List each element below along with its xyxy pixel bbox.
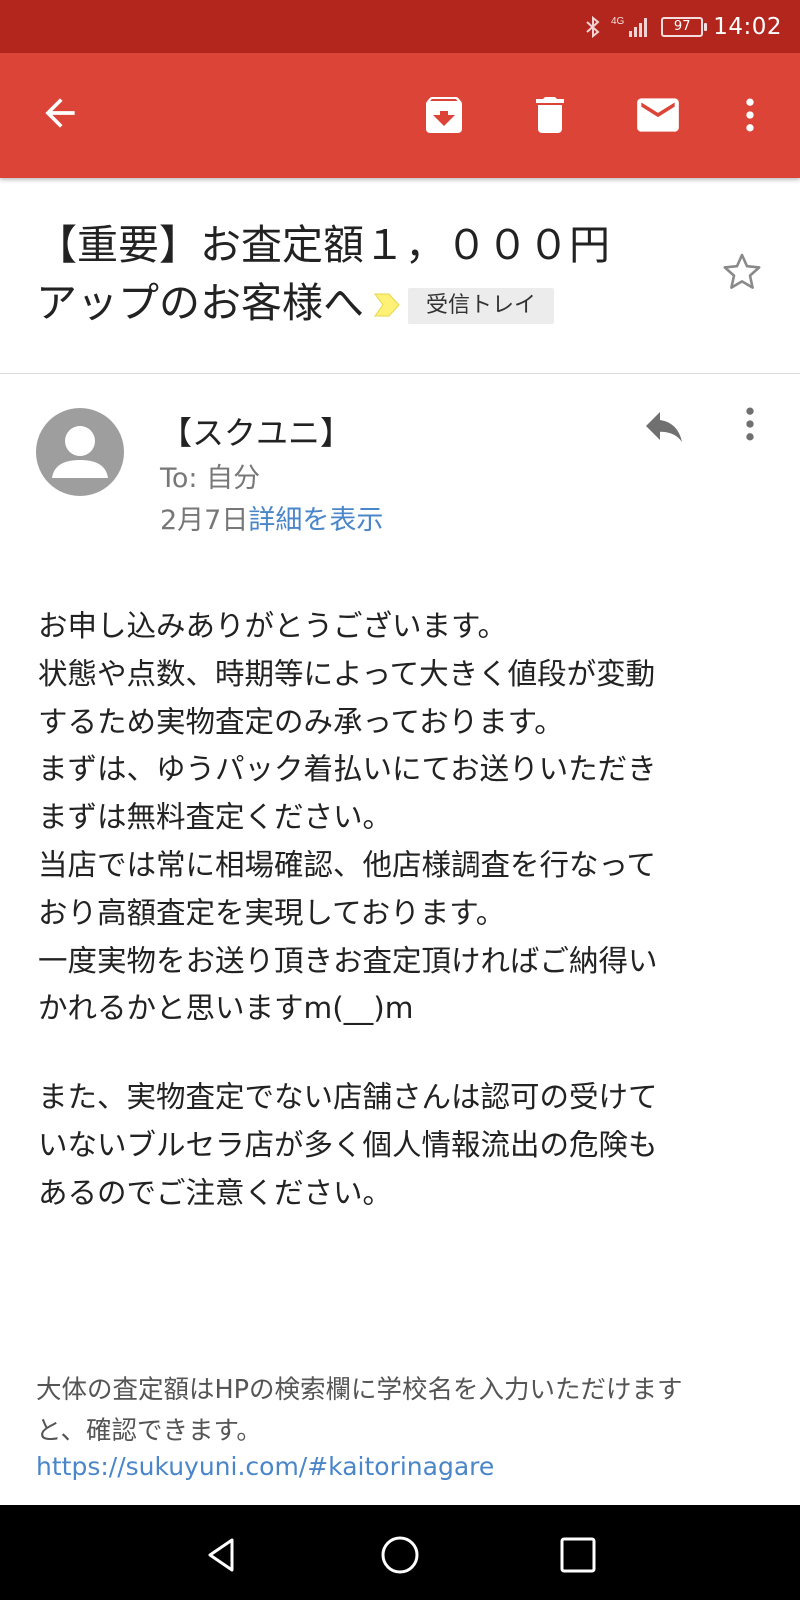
body-paragraph-1: お申し込みありがとうございます。 状態や点数、時期等によって大きく値段が変動 す… [38,603,778,1033]
email-body: お申し込みありがとうございます。 状態や点数、時期等によって大きく値段が変動 す… [38,603,778,1218]
reply-icon [646,412,682,442]
bluetooth-icon [585,15,601,39]
more-options-button[interactable] [720,85,780,145]
body-line: まずは無料査定ください。 [38,800,393,835]
body-line: 一度実物をお送り頂きお査定頂ければご納得い [38,943,658,978]
date-line: 2月7日詳細を表示 [160,498,383,537]
inbox-label-chip[interactable]: 受信トレイ [408,288,555,324]
archive-button[interactable] [414,85,474,145]
network-type: 4G [611,16,625,27]
body-line: おり高額査定を実現しております。 [38,895,506,930]
subject-area: 【重要】お査定額１，０００円 アップのお客様へ 受信トレイ [0,178,800,374]
body-line: 当店では常に相場確認、他店様調査を行なって [38,847,657,882]
more-vert-icon [746,407,754,441]
sender-name: 【スクユニ】 [160,414,353,452]
battery-level: 97 [673,19,691,34]
mark-unread-button[interactable] [628,85,688,145]
square-recents-icon [560,1537,596,1573]
body-line: するため実物査定のみ承っております。 [38,704,564,739]
archive-icon [426,97,462,133]
status-icons: 4G 97 14:02 [585,0,782,53]
sender-avatar[interactable] [36,408,124,496]
nav-back-button[interactable] [192,1525,252,1585]
recipient-line: To: 自分 [160,463,261,494]
app-bar [0,53,800,178]
body-line: まずは、ゆうパック着払いにてお送りいただき [38,752,657,787]
back-button[interactable] [30,83,90,143]
mail-icon [637,98,679,132]
body-line: いないブルセラ店が多く個人情報流出の危険も [38,1127,658,1162]
body-paragraph-2: また、実物査定でない店舗さんは認可の受けて いないブルセラ店が多く個人情報流出の… [38,1074,778,1217]
email-date: 2月7日 [160,505,249,536]
website-link[interactable]: https://sukuyuni.com/#kaitorinagare [36,1446,776,1487]
system-navigation-bar [0,1505,800,1600]
subject-line-2: アップのお客様へ [36,279,364,327]
nav-recents-button[interactable] [548,1525,608,1585]
star-button[interactable] [718,248,774,304]
subject-line-1: 【重要】お査定額１，０００円 [36,221,610,269]
star-outline-icon [723,253,761,289]
show-details-link[interactable]: 詳細を表示 [248,505,383,536]
clock: 14:02 [713,13,782,40]
body-line: 状態や点数、時期等によって大きく値段が変動 [38,656,656,691]
status-bar: 4G 97 14:02 [0,0,800,53]
battery-indicator: 97 [661,16,708,37]
circle-home-icon [381,1536,419,1574]
sender-header: 【スクユニ】 To: 自分 2月7日詳細を表示 [0,374,800,554]
trash-icon [536,97,564,133]
signal-icon: 4G [611,14,651,40]
body-line: また、実物査定でない店舗さんは認可の受けて [38,1080,658,1115]
email-footer: 大体の査定額はHPの検索欄に学校名を入力いただけます と、確認できます。 htt… [36,1370,776,1487]
footer-line: 大体の査定額はHPの検索欄に学校名を入力いただけます [36,1375,683,1405]
triangle-back-icon [208,1538,234,1572]
body-line: かれるかと思いますm(__)m [38,991,414,1026]
person-icon [52,426,108,478]
body-line: お申し込みありがとうございます。 [38,609,508,643]
more-vert-icon [746,98,754,132]
important-marker-icon[interactable] [372,277,402,335]
delete-button[interactable] [520,85,580,145]
nav-home-button[interactable] [370,1525,430,1585]
reply-button[interactable] [640,402,700,462]
body-line: あるのでご注意ください。 [38,1175,393,1210]
back-arrow-icon [45,98,75,128]
message-more-button[interactable] [728,402,784,462]
email-subject: 【重要】お査定額１，０００円 アップのお客様へ 受信トレイ [36,216,686,335]
